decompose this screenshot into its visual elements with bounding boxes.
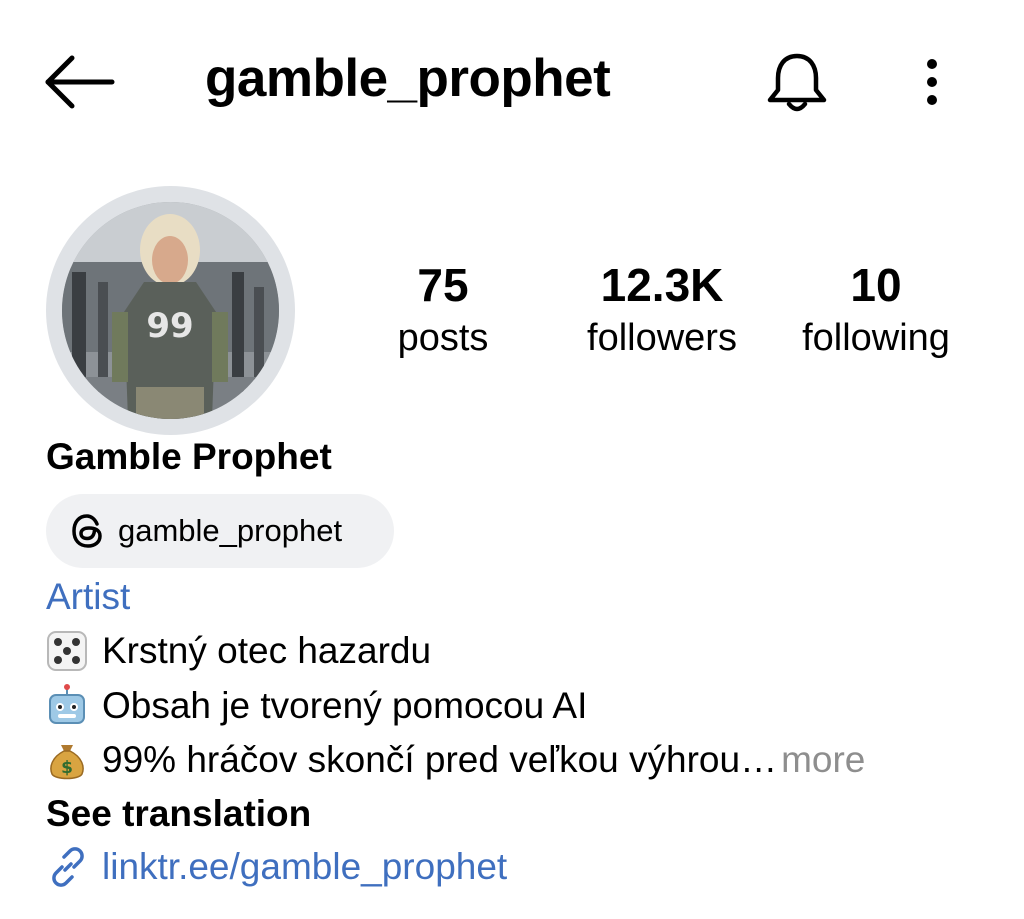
- svg-text:$: $: [61, 758, 73, 778]
- money-bag-emoji-icon: $: [50, 745, 84, 780]
- bio-line: $ 99% hráčov skončí pred veľkou výhrou… m…: [44, 737, 865, 783]
- arrow-left-icon: [45, 55, 115, 109]
- see-translation-link[interactable]: See translation: [46, 793, 311, 835]
- more-link[interactable]: more: [781, 739, 865, 781]
- posts-count[interactable]: 75 posts: [372, 256, 514, 362]
- profile-page: gamble_prophet 99 75 posts 12.3K followe…: [0, 0, 1024, 919]
- posts-count-value: 75: [417, 259, 469, 311]
- link-icon: [52, 847, 84, 887]
- back-button[interactable]: [40, 52, 120, 112]
- profile-avatar[interactable]: 99: [46, 186, 295, 435]
- bio-ellipsis: …: [740, 739, 778, 780]
- posts-count-label: posts: [397, 317, 489, 359]
- vertical-dots-icon: [927, 59, 937, 105]
- dice-emoji-icon: [47, 631, 87, 671]
- profile-username-title: gamble_prophet: [205, 49, 611, 108]
- bio-text: Krstný otec hazardu: [102, 630, 432, 671]
- avatar-photo: 99: [62, 202, 279, 419]
- bio-line: Obsah je tvorený pomocou AI: [44, 683, 587, 729]
- followers-count-value: 12.3K: [600, 259, 724, 311]
- bio-text: 99% hráčov skončí pred veľkou výhrou: [102, 739, 741, 780]
- external-link[interactable]: linktr.ee/gamble_prophet: [46, 845, 507, 889]
- link-text: linktr.ee/gamble_prophet: [102, 846, 508, 887]
- more-options-button[interactable]: [910, 52, 954, 112]
- notifications-button[interactable]: [762, 50, 832, 116]
- threads-handle: gamble_prophet: [118, 513, 343, 548]
- following-count-label: following: [802, 317, 950, 359]
- svg-text:99: 99: [146, 306, 193, 346]
- following-count[interactable]: 10 following: [790, 256, 962, 362]
- robot-emoji-icon: [49, 684, 85, 724]
- bio-text: Obsah je tvorený pomocou AI: [102, 685, 588, 726]
- threads-icon: [72, 514, 102, 548]
- followers-count-label: followers: [587, 317, 737, 359]
- profile-category: Artist: [46, 576, 131, 617]
- display-name: Gamble Prophet: [46, 436, 332, 477]
- bell-icon: [767, 53, 827, 112]
- followers-count[interactable]: 12.3K followers: [572, 256, 752, 362]
- threads-profile-chip[interactable]: gamble_prophet: [46, 494, 394, 568]
- following-count-value: 10: [850, 259, 902, 311]
- bio-line: Krstný otec hazardu: [44, 628, 431, 674]
